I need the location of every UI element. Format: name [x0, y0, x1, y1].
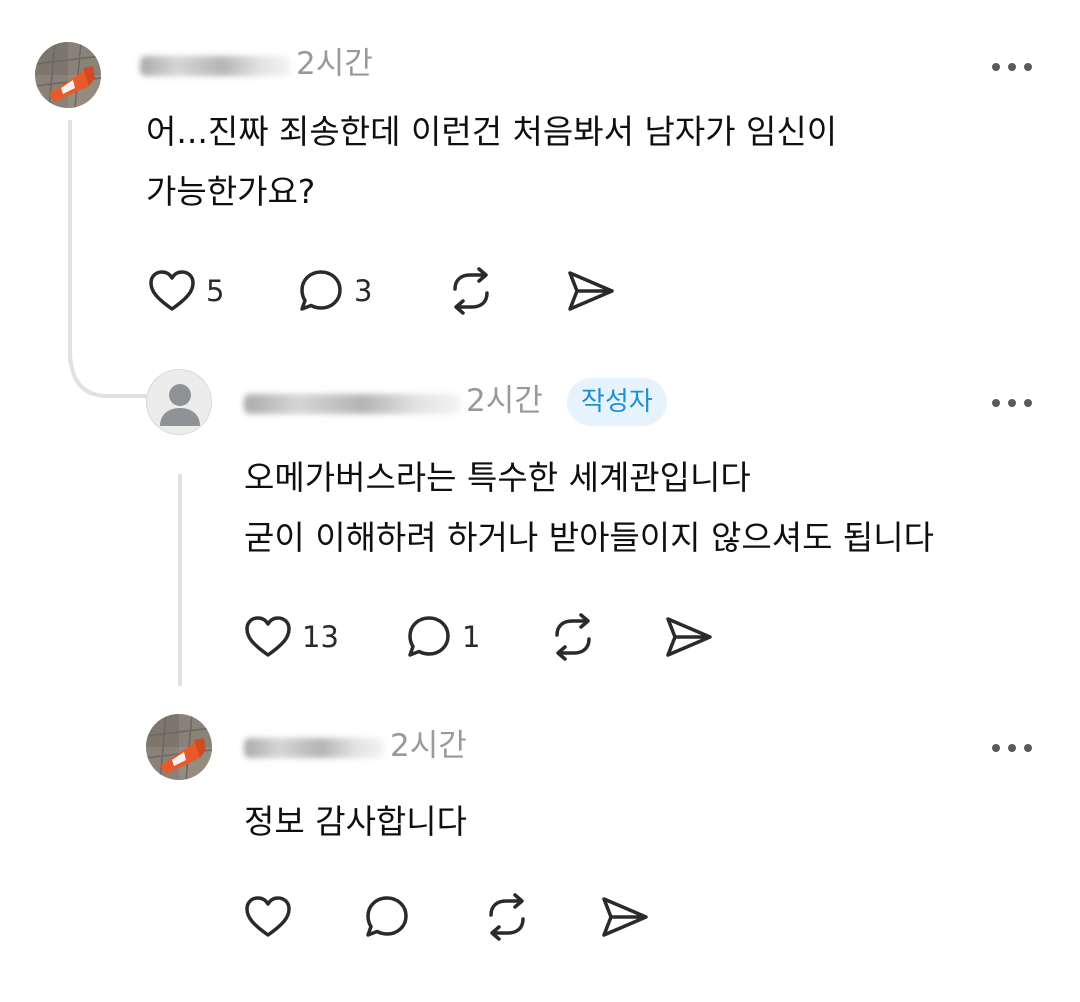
comment-text-line: 정보 감사합니다	[244, 802, 468, 841]
comment-text-line: 굳이 이해하려 하거나 받아들이지 않으셔도 됩니다	[244, 518, 935, 557]
send-icon	[666, 617, 712, 657]
avatar-default[interactable]	[146, 369, 212, 435]
like-count: 5	[206, 274, 225, 308]
more-options-icon[interactable]	[992, 61, 1032, 73]
reply-count: 1	[462, 620, 481, 654]
repost-icon	[453, 267, 489, 315]
timestamp: 2시간	[390, 728, 467, 764]
reply-button[interactable]: 1	[406, 612, 480, 662]
avatar[interactable]	[146, 714, 212, 780]
repost-icon	[555, 613, 591, 661]
like-button[interactable]: 13	[244, 612, 339, 662]
send-icon	[568, 271, 614, 311]
share-button[interactable]	[566, 266, 616, 316]
more-options-icon[interactable]	[992, 742, 1032, 754]
thread-line-main	[68, 120, 72, 362]
repost-button[interactable]	[446, 266, 496, 316]
repost-button[interactable]	[548, 612, 598, 662]
speech-bubble-icon	[366, 896, 408, 937]
username-blurred[interactable]	[244, 732, 384, 762]
reply-button[interactable]	[364, 892, 410, 942]
like-button[interactable]	[244, 892, 292, 942]
reply-button[interactable]: 3	[298, 266, 372, 316]
comment-text-line: 가능한가요?	[146, 172, 316, 211]
speech-bubble-icon	[300, 270, 342, 311]
timestamp: 2시간	[296, 46, 373, 82]
author-badge: 작성자	[567, 378, 667, 426]
like-count: 13	[302, 620, 339, 654]
repost-icon	[489, 893, 525, 941]
reply-count: 3	[354, 274, 373, 308]
default-user-icon	[160, 384, 200, 426]
heart-icon	[245, 896, 291, 937]
traffic-cone-photo-icon	[35, 42, 101, 108]
timestamp: 2시간	[466, 383, 543, 419]
comment-text-line: 어...진짜 죄송한데 이런건 처음봐서 남자가 임신이	[146, 112, 838, 151]
comment-thread: 2시간 어...진짜 죄송한데 이런건 처음봐서 남자가 임신이 가능한가요? …	[0, 0, 1080, 1002]
traffic-cone-photo-icon	[146, 714, 212, 780]
send-icon	[602, 897, 648, 937]
username-blurred[interactable]	[244, 388, 460, 418]
like-button[interactable]: 5	[148, 266, 224, 316]
thread-line-curve	[68, 350, 148, 398]
share-button[interactable]	[664, 612, 714, 662]
speech-bubble-icon	[408, 616, 450, 657]
comment-text-line: 오메가버스라는 특수한 세계관입니다	[244, 458, 751, 497]
thread-line-reply	[178, 474, 182, 686]
username-blurred[interactable]	[140, 50, 290, 80]
heart-icon	[149, 270, 195, 311]
more-options-icon[interactable]	[992, 397, 1032, 409]
avatar[interactable]	[35, 42, 101, 108]
share-button[interactable]	[600, 892, 650, 942]
heart-icon	[245, 616, 291, 657]
repost-button[interactable]	[482, 892, 532, 942]
